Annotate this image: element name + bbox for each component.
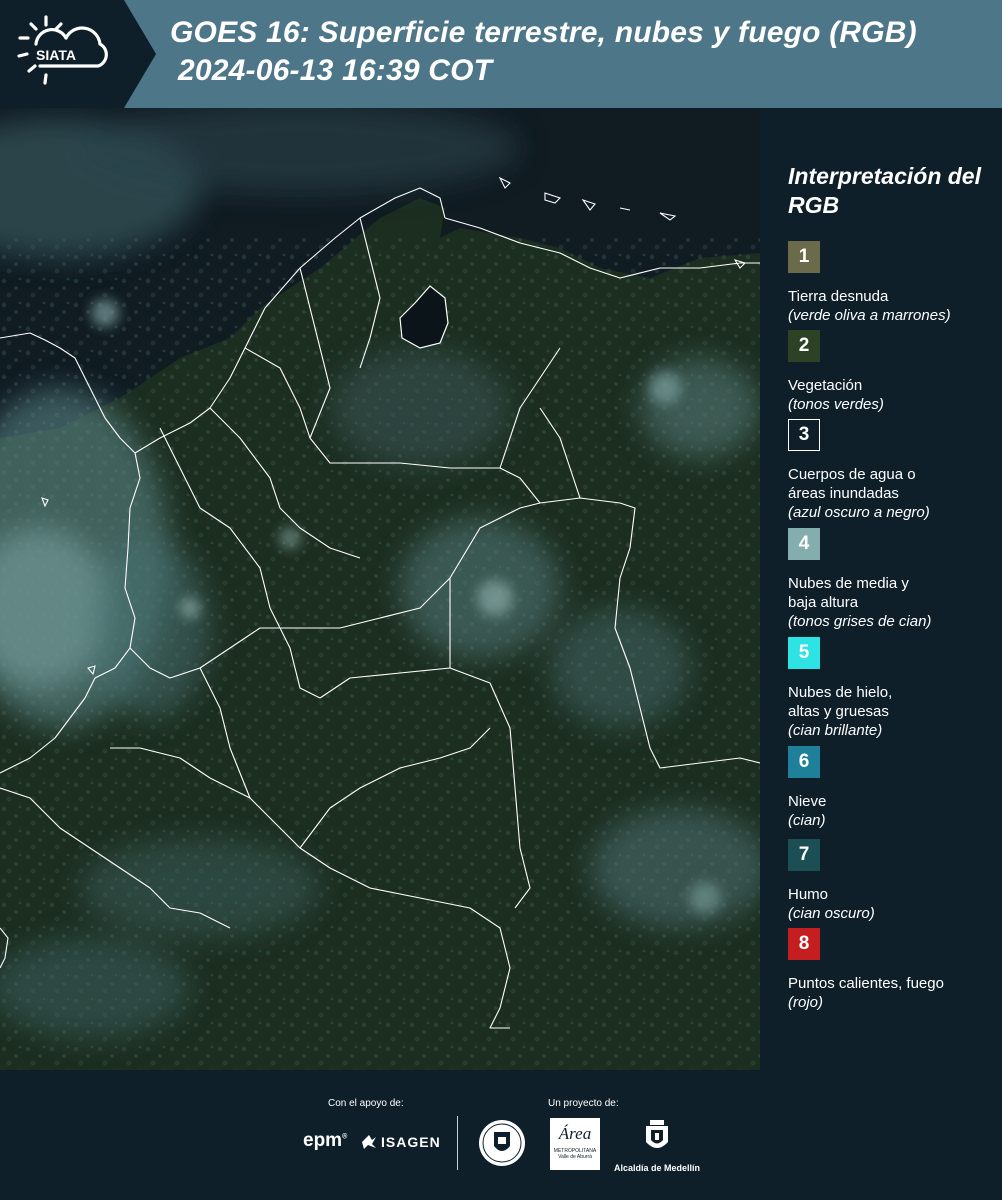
legend-description: (cian brillante) — [788, 722, 883, 739]
legend-description: (azul oscuro a negro) — [788, 504, 930, 521]
legend-description: (cian oscuro) — [788, 905, 875, 922]
legend-description: (verde oliva a marrones) — [788, 307, 951, 324]
epm-logo: epm® — [303, 1130, 348, 1151]
legend-label: Nieve — [788, 793, 827, 810]
legend-item: 8 Puntos calientes, fuego (rojo) — [788, 928, 998, 1012]
legend-swatch: 7 — [788, 839, 820, 871]
support-caption: Con el apoyo de: — [328, 1098, 404, 1109]
legend-label: Puntos calientes, fuego — [788, 975, 944, 992]
legend-swatch: 6 — [788, 746, 820, 778]
isagen-logo: ISAGEN — [360, 1134, 441, 1150]
legend-item: 4 Nubes de media y baja altura (tonos gris… — [788, 528, 998, 631]
legend-swatch: 3 — [788, 419, 820, 451]
footer: Con el apoyo de: Un proyecto de: epm® IS… — [0, 1070, 1002, 1200]
legend-label: Vegetación — [788, 377, 863, 394]
legend-label: Nubes de hielo, altas y gruesas — [788, 684, 893, 720]
legend-swatch: 5 — [788, 637, 820, 669]
header: SIATA GOES 16: Superficie terrestre, nub… — [0, 0, 1002, 108]
legend-item: 6 Nieve (cian) — [788, 746, 998, 830]
siata-logo: SIATA — [0, 0, 156, 108]
legend-title: Interpretación del RGB — [788, 163, 981, 218]
legend-label: Humo — [788, 886, 829, 903]
legend-description: (rojo) — [788, 994, 824, 1011]
legend-swatch: 8 — [788, 928, 820, 960]
legend-label: Nubes de media y baja altura — [788, 575, 909, 611]
legend-label: Cuerpos de agua o áreas inundadas — [788, 466, 916, 502]
legend-swatch: 4 — [788, 528, 820, 560]
legend-item: 7 Humo (cian oscuro) — [788, 839, 998, 923]
page-timestamp: 2024-06-13 16:39 COT — [178, 54, 493, 87]
page-title: GOES 16: Superficie terrestre, nubes y f… — [170, 16, 917, 49]
legend-description: (tonos grises de cian) — [788, 613, 932, 630]
legend-swatch: 1 — [788, 241, 820, 273]
legend-label: Tierra desnuda — [788, 288, 889, 305]
medellin-seal — [477, 1118, 527, 1173]
siata-logo-text: SIATA — [36, 47, 76, 63]
legend-item: 5 Nubes de hielo, altas y gruesas (cian br… — [788, 637, 998, 740]
coat-of-arms-icon — [646, 1120, 668, 1148]
satellite-map — [0, 108, 760, 1070]
isagen-icon — [362, 1135, 376, 1149]
area-metropolitana-logo: Área METROPOLITANA Valle de Aburrá — [550, 1118, 600, 1170]
legend-description: (tonos verdes) — [788, 396, 884, 413]
legend-panel: Interpretación del RGB 1 Tierra desnuda (v… — [760, 108, 1002, 1070]
project-caption: Un proyecto de: — [548, 1098, 619, 1109]
alcaldia-medellin-logo: Alcaldía de Medellín — [612, 1118, 702, 1173]
legend-item: 1 Tierra desnuda (verde oliva a marrones) — [788, 241, 998, 325]
legend-item: 2 Vegetación (tonos verdes) — [788, 330, 998, 414]
legend-description: (cian) — [788, 812, 826, 829]
legend-item: 3 Cuerpos de agua o áreas inundadas (azul … — [788, 419, 998, 522]
footer-divider — [457, 1116, 458, 1170]
legend-swatch: 2 — [788, 330, 820, 362]
